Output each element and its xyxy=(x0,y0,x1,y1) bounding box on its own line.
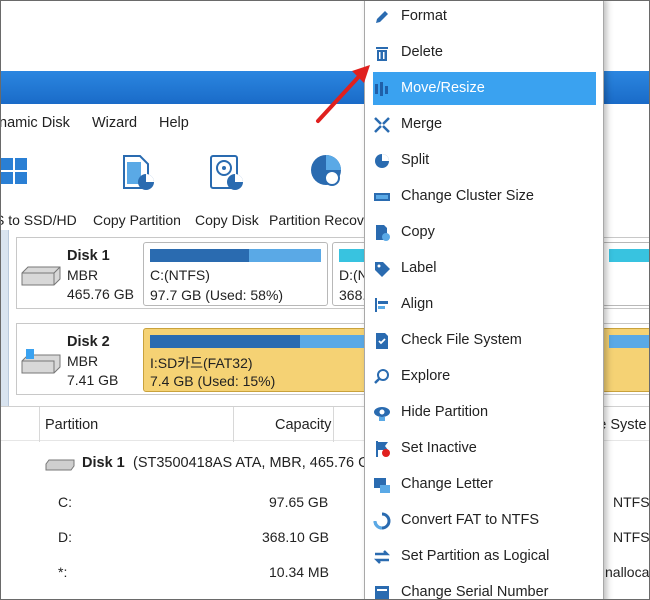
menu-item-set-inactive[interactable]: Set Inactive xyxy=(373,432,596,465)
usage-bar xyxy=(150,335,400,348)
menu-item-split[interactable]: Split xyxy=(373,144,596,177)
change-letter-icon xyxy=(374,478,390,493)
menu-item-move-resize[interactable]: Move/Resize xyxy=(373,72,596,105)
partition-block-unallocated[interactable] xyxy=(602,242,649,306)
menu-item-merge[interactable]: Merge xyxy=(373,108,596,141)
trash-icon xyxy=(376,47,388,61)
disk-group-detail: (ST3500418AS ATA, MBR, 465.76 G xyxy=(133,455,370,471)
menu-item-change-cluster-size[interactable]: Change Cluster Size xyxy=(373,180,596,213)
menu-help[interactable]: Help xyxy=(159,115,189,131)
menu-item-delete[interactable]: Delete xyxy=(373,36,596,69)
copy-disk-button[interactable]: Copy Disk xyxy=(195,152,259,228)
partition-label: C:(NTFS) xyxy=(150,267,210,283)
serial-number-icon xyxy=(375,586,389,599)
partition-context-menu: Format Delete Move/Resize Merge Split Ch… xyxy=(364,1,604,599)
cluster-size-icon xyxy=(374,193,390,201)
disk-name: Disk 2 xyxy=(67,334,110,350)
partition-recovery-icon xyxy=(311,155,341,186)
hide-partition-icon xyxy=(374,407,390,421)
explore-icon xyxy=(374,369,389,384)
copy-partition-button[interactable]: Copy Partition xyxy=(93,152,181,228)
move-resize-icon xyxy=(375,82,388,96)
menu-item-copy[interactable]: Copy xyxy=(373,216,596,249)
partition-block-c[interactable]: C:(NTFS) 97.7 GB (Used: 58%) xyxy=(143,242,328,306)
menu-dynamic-disk[interactable]: namic Disk xyxy=(1,115,70,131)
partition-size: 7.4 GB (Used: 15%) xyxy=(150,373,276,389)
set-inactive-icon xyxy=(376,441,390,457)
menu-item-label[interactable]: Label xyxy=(373,252,596,285)
app-window: namic Disk Wizard Help S to SSD/HD Copy … xyxy=(0,0,650,600)
usb-disk-icon xyxy=(21,349,61,374)
disk-size: 465.76 GB xyxy=(67,286,134,302)
split-icon xyxy=(375,154,389,168)
partition-size: 368. xyxy=(339,287,367,303)
menu-item-convert-fat-to-ntfs[interactable]: Convert FAT to NTFS xyxy=(373,504,596,537)
menu-item-explore[interactable]: Explore xyxy=(373,360,596,393)
disk-size: 7.41 GB xyxy=(67,372,119,388)
label-icon xyxy=(375,262,390,277)
disk-type: MBR xyxy=(67,267,99,283)
check-file-system-icon xyxy=(376,333,388,349)
copy-icon xyxy=(376,225,390,241)
set-logical-icon xyxy=(373,550,391,564)
left-panel-edge xyxy=(1,230,9,410)
column-partition[interactable]: Partition xyxy=(45,417,98,433)
menu-item-check-file-system[interactable]: Check File System xyxy=(373,324,596,357)
align-icon xyxy=(375,298,388,312)
menu-item-hide-partition[interactable]: Hide Partition xyxy=(373,396,596,429)
pencil-icon xyxy=(376,11,388,23)
merge-icon xyxy=(374,117,390,133)
menu-item-align[interactable]: Align xyxy=(373,288,596,321)
disk-name: Disk 1 xyxy=(67,248,110,264)
disk-type: MBR xyxy=(67,353,99,369)
menu-item-change-letter[interactable]: Change Letter xyxy=(373,468,596,501)
convert-icon xyxy=(373,512,391,530)
partition-label: I:SD카드(FAT32) xyxy=(150,355,253,371)
copy-disk-icon xyxy=(210,155,243,190)
copy-partition-icon xyxy=(123,155,154,190)
partition-recovery-button[interactable]: Partition Recov xyxy=(269,152,364,228)
menu-item-set-partition-as-logical[interactable]: Set Partition as Logical xyxy=(373,540,596,573)
red-arrow-annotation xyxy=(316,65,370,123)
partition-size: 97.7 GB (Used: 58%) xyxy=(150,287,284,303)
menu-wizard[interactable]: Wizard xyxy=(92,115,137,131)
windows-migrate-icon xyxy=(1,158,27,184)
migrate-os-button[interactable]: S to SSD/HD xyxy=(1,152,77,228)
usage-bar xyxy=(150,249,321,262)
menu-item-format[interactable]: Format xyxy=(373,1,596,33)
hard-disk-icon xyxy=(21,266,61,286)
menu-item-change-serial-number[interactable]: Change Serial Number xyxy=(373,576,596,599)
disk-group-name: Disk 1 xyxy=(82,455,125,471)
hard-disk-icon xyxy=(45,459,75,471)
column-capacity[interactable]: Capacity xyxy=(275,417,331,433)
